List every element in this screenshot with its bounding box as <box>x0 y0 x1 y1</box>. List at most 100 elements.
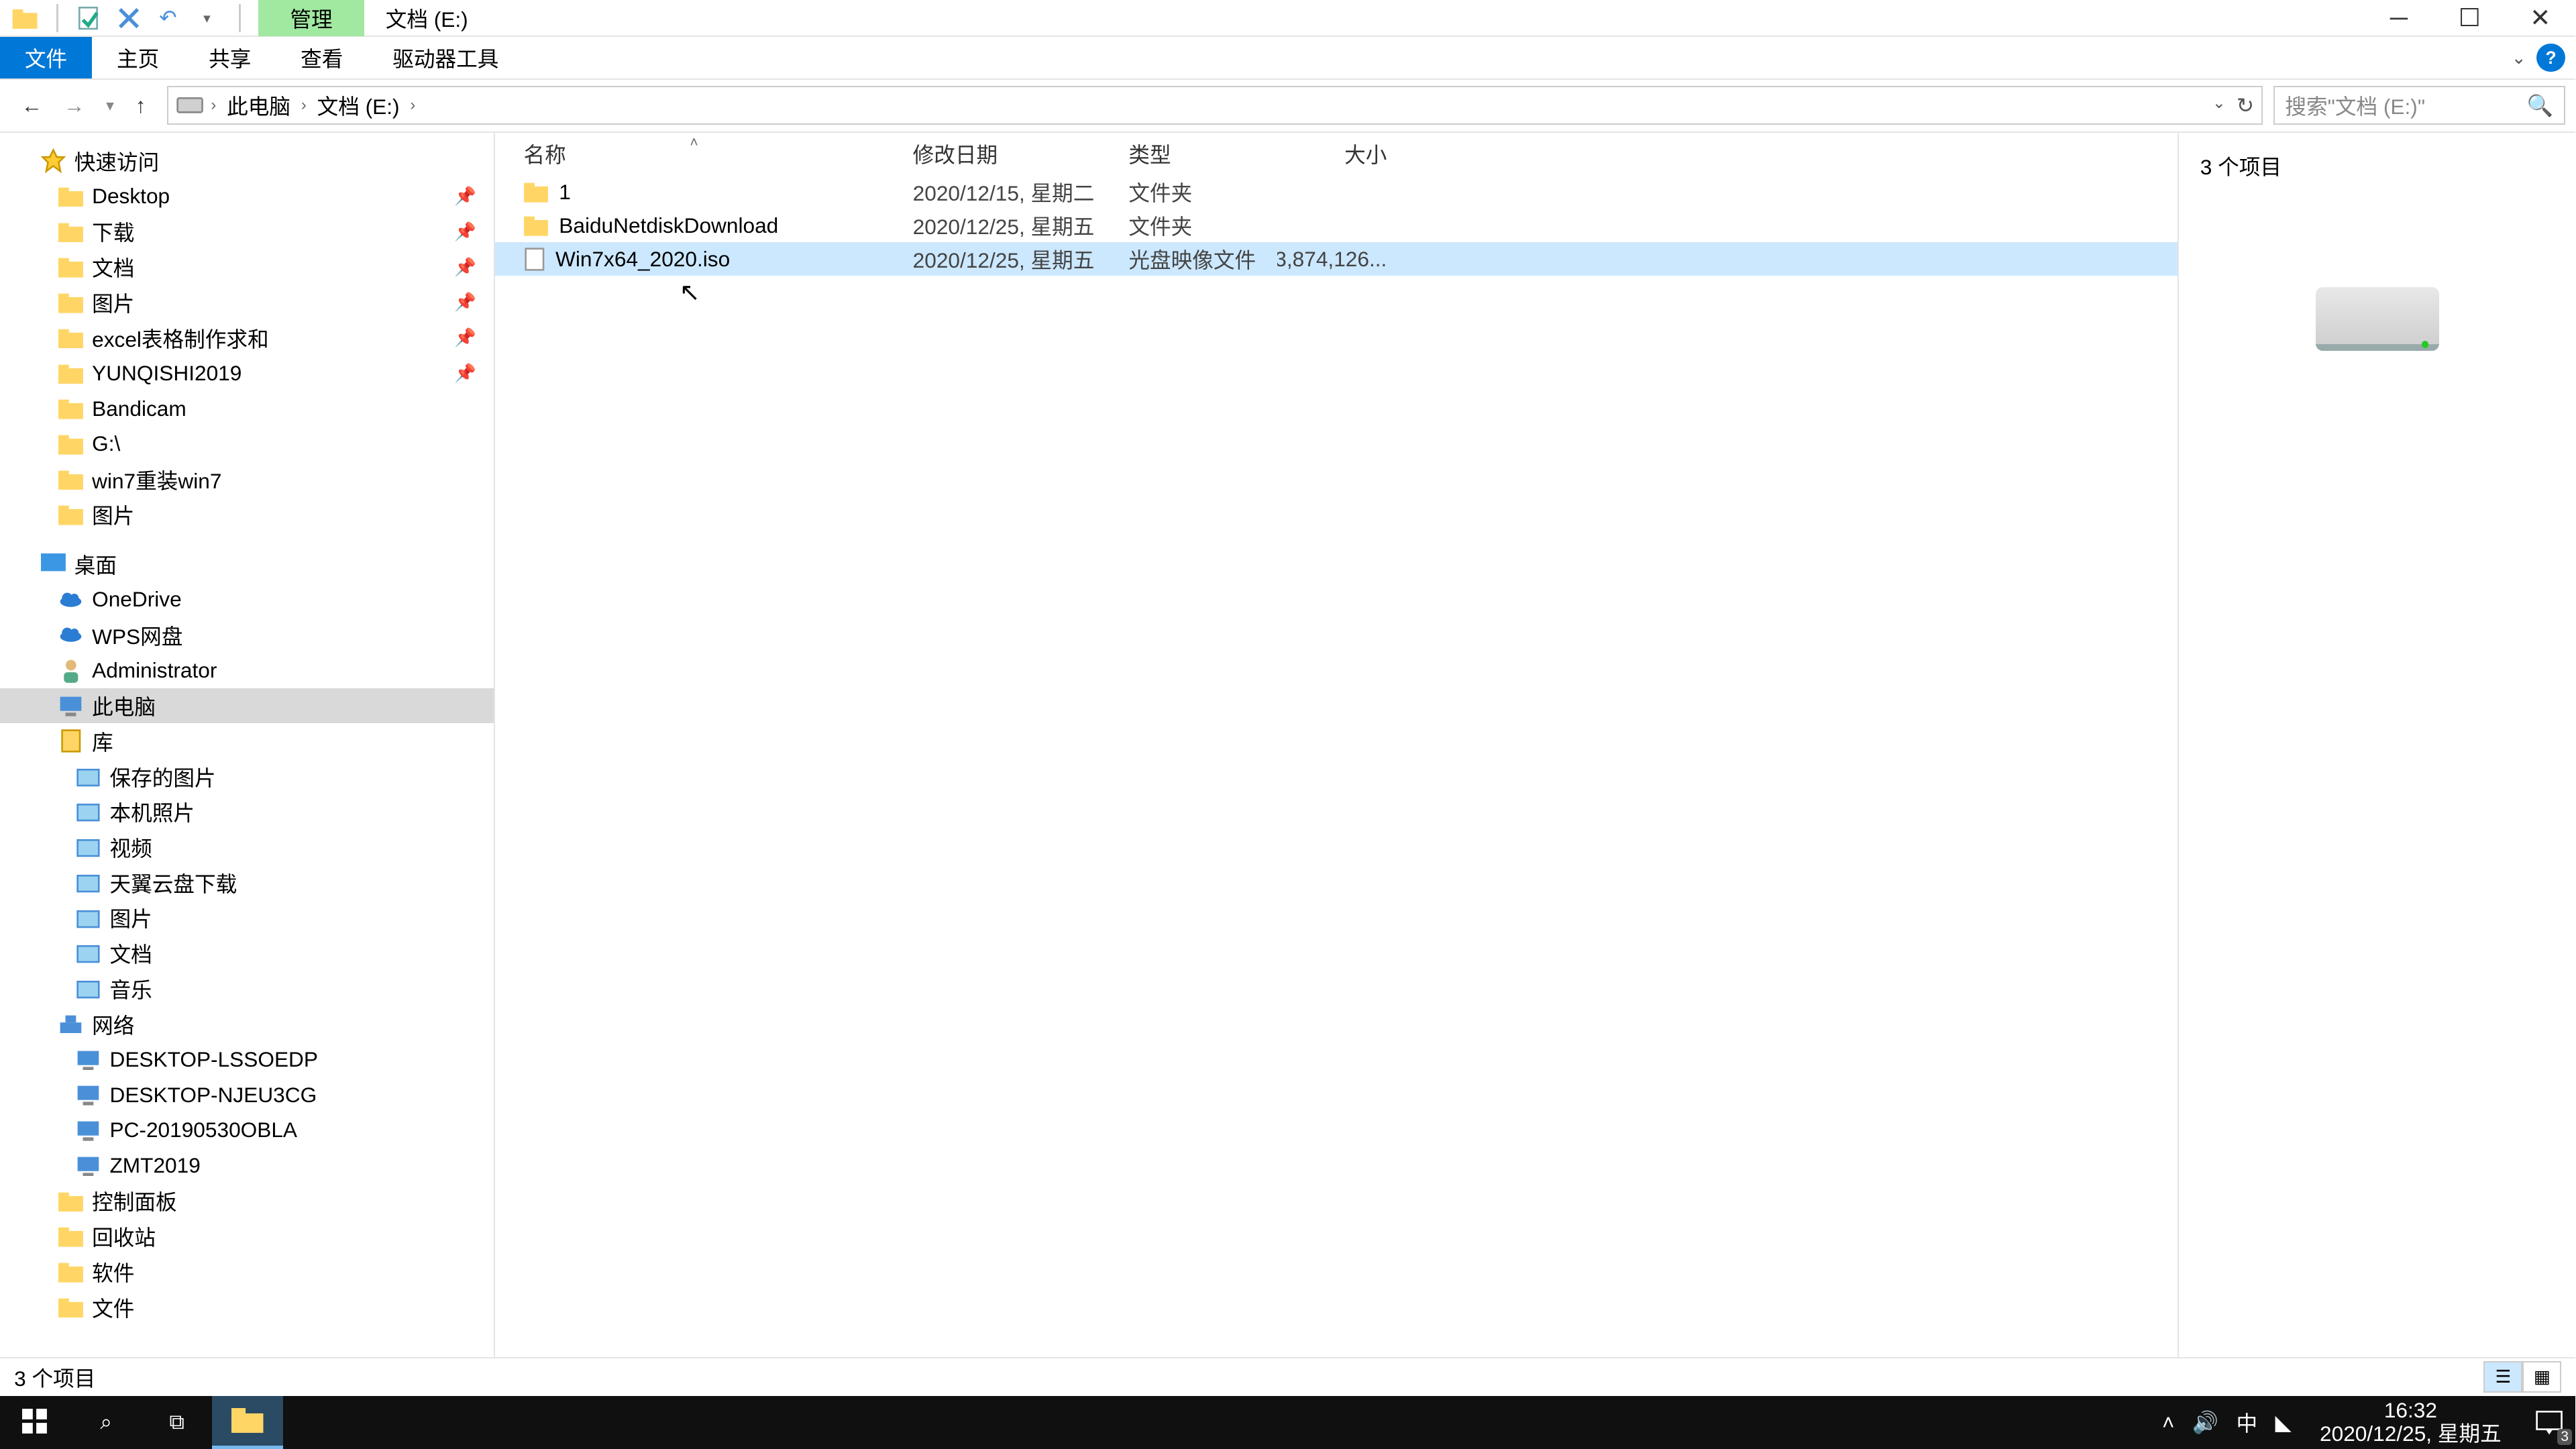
tree-item[interactable]: 软件 <box>0 1254 494 1289</box>
navigation-tree[interactable]: 快速访问 Desktop📌下载📌文档📌图片📌excel表格制作求和📌YUNQIS… <box>0 133 495 1357</box>
tab-file[interactable]: 文件 <box>0 37 92 78</box>
file-name: BaiduNetdiskDownload <box>559 213 778 238</box>
tree-item[interactable]: ZMT2019 <box>0 1148 494 1183</box>
start-button[interactable] <box>0 1396 70 1449</box>
file-row[interactable]: Win7x64_2020.iso2020/12/25, 星期五 1...光盘映像… <box>495 242 2178 276</box>
tray-app-icon[interactable]: ◣ <box>2275 1410 2292 1435</box>
back-button[interactable]: ← <box>21 93 43 118</box>
tree-item[interactable]: 音乐 <box>0 971 494 1007</box>
tree-item[interactable]: 图片📌 <box>0 285 494 321</box>
address-dropdown-icon[interactable]: ⌄ <box>2212 93 2226 118</box>
tree-item[interactable]: 视频 <box>0 830 494 865</box>
tab-home[interactable]: 主页 <box>92 37 184 78</box>
tree-label: G:\ <box>92 431 120 456</box>
task-view-button[interactable]: ⧉ <box>142 1396 212 1449</box>
tree-item[interactable]: PC-20190530OBLA <box>0 1113 494 1148</box>
folder-icon <box>56 394 85 423</box>
ime-indicator[interactable]: 中 <box>2237 1407 2258 1438</box>
tree-item[interactable]: 下载📌 <box>0 214 494 250</box>
tree-label: 图片 <box>109 902 152 933</box>
history-dropdown-icon[interactable]: ▾ <box>106 96 114 115</box>
address-bar[interactable]: › 此电脑 › 文档 (E:) › ⌄ ↻ <box>167 86 2263 125</box>
tree-item[interactable]: 保存的图片 <box>0 759 494 794</box>
tree-item[interactable]: 本机照片 <box>0 794 494 830</box>
tree-item[interactable]: G:\ <box>0 426 494 462</box>
taskbar-clock[interactable]: 16:32 2020/12/25, 星期五 <box>2309 1399 2512 1446</box>
col-size[interactable]: 大小 <box>1277 138 1401 169</box>
search-button[interactable]: ⌕ <box>70 1396 141 1449</box>
maximize-button[interactable]: ☐ <box>2434 0 2505 36</box>
col-name-label: 名称 <box>524 143 566 167</box>
ribbon-collapse-icon[interactable]: ⌄ <box>2512 48 2526 68</box>
up-button[interactable]: ↑ <box>136 93 146 118</box>
tray-overflow-icon[interactable]: ˄ <box>2162 1410 2174 1435</box>
close-button[interactable]: ✕ <box>2505 0 2575 36</box>
tree-item[interactable]: 文件 <box>0 1289 494 1325</box>
tree-item[interactable]: Bandicam <box>0 391 494 427</box>
tree-item[interactable]: 图片 <box>0 497 494 533</box>
tab-share[interactable]: 共享 <box>184 37 276 78</box>
view-details-button[interactable]: ☰ <box>2483 1361 2522 1393</box>
tree-quick-access[interactable]: 快速访问 <box>0 144 494 179</box>
tree-item[interactable]: YUNQISHI2019📌 <box>0 356 494 391</box>
col-name[interactable]: 名称 ˄ <box>495 138 884 169</box>
tree-item[interactable]: DESKTOP-LSSOEDP <box>0 1042 494 1077</box>
tree-item[interactable]: excel表格制作求和📌 <box>0 320 494 356</box>
tree-network-root[interactable]: 网络 <box>0 1006 494 1042</box>
tree-item[interactable]: win7重装win7 <box>0 462 494 497</box>
computer-icon <box>74 1081 103 1109</box>
column-headers: 名称 ˄ 修改日期 类型 大小 <box>495 133 2178 175</box>
delete-qat-icon[interactable] <box>115 4 143 32</box>
crumb-sep-icon[interactable]: › <box>301 97 307 115</box>
forward-button[interactable]: → <box>64 93 85 118</box>
volume-icon[interactable]: 🔊 <box>2192 1410 2218 1435</box>
pin-icon: 📌 <box>454 221 487 242</box>
crumb-sep-icon[interactable]: › <box>410 97 415 115</box>
refresh-icon[interactable]: ↻ <box>2237 93 2255 118</box>
computer-icon <box>74 1152 103 1180</box>
help-icon[interactable]: ? <box>2536 44 2565 72</box>
action-center-button[interactable]: 3 <box>2530 1403 2569 1442</box>
qat-dropdown-icon[interactable]: ▾ <box>193 4 221 32</box>
tree-item[interactable]: Administrator <box>0 653 494 688</box>
col-type[interactable]: 类型 <box>1100 138 1277 169</box>
tab-view[interactable]: 查看 <box>276 37 368 78</box>
tab-drive-tools[interactable]: 驱动器工具 <box>368 37 523 78</box>
tree-item[interactable]: 此电脑 <box>0 688 494 724</box>
separator <box>239 4 241 32</box>
tree-item[interactable]: 图片 <box>0 900 494 936</box>
col-date[interactable]: 修改日期 <box>884 138 1100 169</box>
tree-label: 文档 <box>109 938 152 969</box>
view-icons-button[interactable]: ▦ <box>2522 1361 2561 1393</box>
tree-item[interactable]: Desktop📌 <box>0 178 494 214</box>
pin-icon: 📌 <box>454 257 487 278</box>
file-row[interactable]: 12020/12/15, 星期二 1...文件夹 <box>495 175 2178 209</box>
tree-item[interactable]: 库 <box>0 723 494 759</box>
crumb-current[interactable]: 文档 (E:) <box>313 90 403 121</box>
tree-item[interactable]: 回收站 <box>0 1219 494 1254</box>
file-list[interactable]: 名称 ˄ 修改日期 类型 大小 ↖ 12020/12/15, 星期二 1...文… <box>495 133 2178 1357</box>
tree-item[interactable]: DESKTOP-NJEU3CG <box>0 1077 494 1113</box>
tree-item[interactable]: 天翼云盘下载 <box>0 865 494 900</box>
taskbar-explorer[interactable] <box>212 1396 282 1449</box>
tree-item[interactable]: WPS网盘 <box>0 617 494 653</box>
tree-label: DESKTOP-NJEU3CG <box>109 1083 317 1108</box>
folder-icon <box>56 217 85 246</box>
tree-item[interactable]: 文档📌 <box>0 250 494 285</box>
file-row[interactable]: BaiduNetdiskDownload2020/12/25, 星期五 1...… <box>495 209 2178 242</box>
search-box[interactable]: 搜索"文档 (E:)" 🔍 <box>2273 86 2565 125</box>
crumb-sep-icon[interactable]: › <box>211 97 216 115</box>
minimize-button[interactable]: ─ <box>2363 0 2434 36</box>
folder-icon <box>56 430 85 458</box>
tree-item[interactable]: OneDrive <box>0 582 494 617</box>
tab-share-label: 共享 <box>209 42 251 73</box>
clock-time: 16:32 <box>2320 1399 2502 1422</box>
undo-qat-icon[interactable]: ↶ <box>154 4 182 32</box>
tree-item[interactable]: 文档 <box>0 936 494 971</box>
tree-desktop-root[interactable]: 桌面 <box>0 547 494 582</box>
properties-qat-icon[interactable] <box>76 4 104 32</box>
tree-item[interactable]: 控制面板 <box>0 1183 494 1219</box>
contextual-tab-label: 管理 <box>290 3 332 34</box>
crumb-this-pc[interactable]: 此电脑 <box>223 90 294 121</box>
tree-label: 网络 <box>92 1009 134 1040</box>
